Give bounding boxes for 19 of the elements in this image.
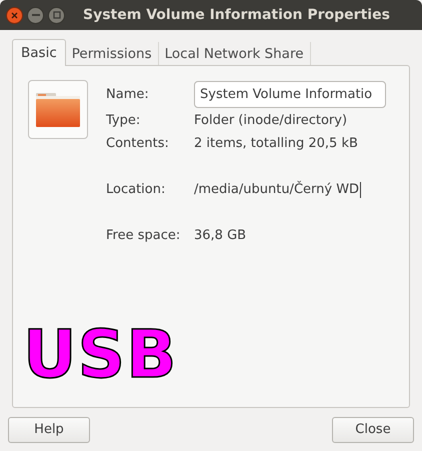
field-value: 36,8 GB: [194, 226, 246, 245]
field-label: Contents:: [106, 134, 170, 153]
field-value: Folder (inode/directory): [194, 112, 348, 130]
field-label: Free space:: [106, 226, 182, 245]
field-label: Type:: [106, 112, 142, 130]
dialog-button[interactable]: Help: [8, 417, 90, 443]
field-label: Name:: [106, 86, 150, 104]
maximize-icon[interactable]: [48, 6, 65, 24]
minimize-icon[interactable]: [27, 6, 44, 24]
close-icon[interactable]: [6, 6, 23, 24]
field-label: Location:: [106, 180, 166, 199]
annotation-text: USB: [23, 322, 178, 388]
window-title: System Volume Information Properties: [83, 6, 390, 24]
tab[interactable]: Basic: [12, 39, 66, 66]
field-value: /media/ubuntu/Černý WD: [194, 180, 360, 199]
dialog-button[interactable]: Close: [332, 417, 414, 443]
folder-icon: [28, 80, 88, 139]
field-value: 2 items, totalling 20,5 kB: [194, 134, 358, 153]
name-field[interactable]: System Volume Informatio: [194, 81, 386, 108]
